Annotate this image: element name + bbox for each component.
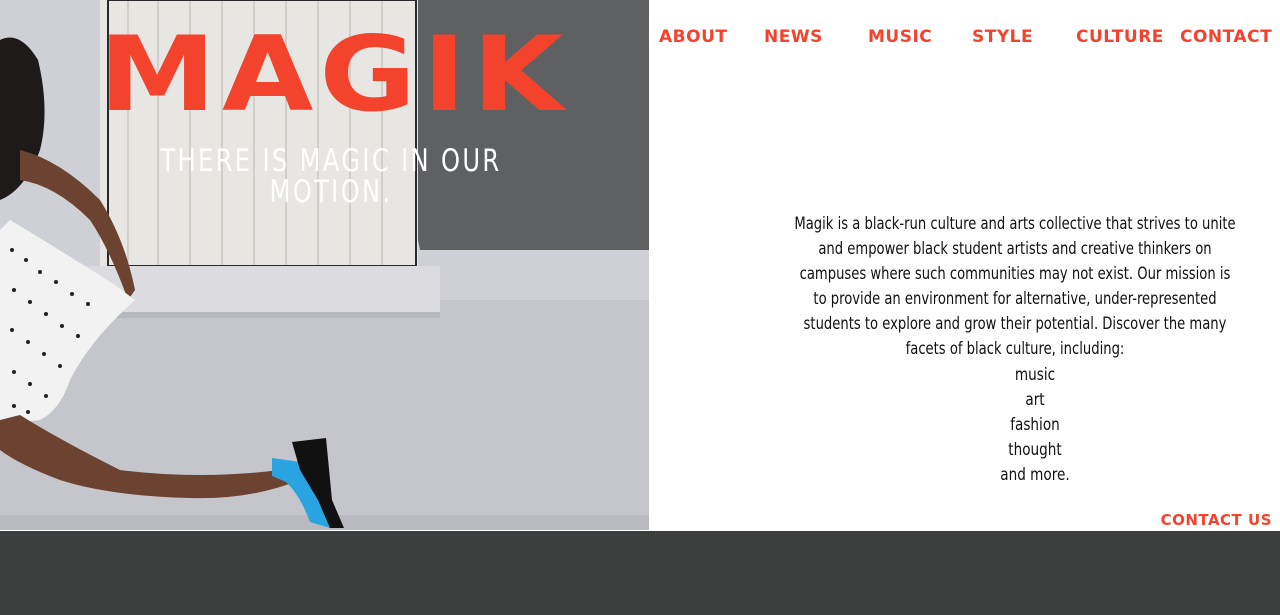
contact-us-link[interactable]: CONTACT US (1161, 511, 1272, 529)
facet-item: fashion (1010, 415, 1060, 435)
brand-title: MAGIK (98, 13, 570, 135)
nav-about-link[interactable]: ABOUT (659, 27, 727, 47)
nav-music-link[interactable]: MUSIC (868, 27, 932, 47)
brand-tagline: THERE IS MAGIC IN OUR MOTION. (160, 143, 502, 210)
hero-image: MAGIK THERE IS MAGIC IN OUR MOTION. (0, 0, 649, 530)
facet-item: art (1025, 390, 1045, 410)
nav-news-link[interactable]: NEWS (764, 27, 823, 47)
facet-item: thought (1008, 440, 1062, 460)
nav-contact-link[interactable]: CONTACT (1180, 27, 1272, 47)
facet-item: music (1014, 365, 1056, 385)
footer-bar (0, 531, 1280, 615)
facets-list: music art fashion thought and more. (955, 363, 1115, 488)
nav-culture-link[interactable]: CULTURE (1076, 27, 1164, 47)
nav-style-link[interactable]: STYLE (972, 27, 1033, 47)
facet-item: and more. (1000, 465, 1070, 485)
top-nav: ABOUT NEWS MUSIC STYLE CULTURE CONTACT (650, 27, 1280, 51)
about-paragraph: Magik is a black-run culture and arts co… (794, 214, 1236, 359)
